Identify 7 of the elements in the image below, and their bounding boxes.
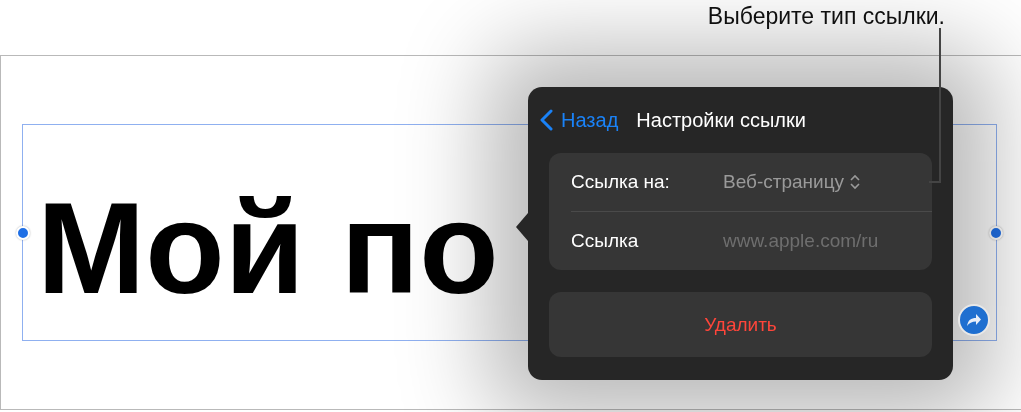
- row-label: Ссылка: [571, 230, 640, 252]
- link-type-picker[interactable]: Веб-страницу: [723, 171, 861, 193]
- slide-title: Мой по: [37, 183, 499, 313]
- link-field[interactable]: www.apple.com/ru: [723, 230, 923, 252]
- callout-text: Выберите тип ссылки.: [707, 3, 945, 30]
- delete-button[interactable]: Удалить: [549, 292, 932, 357]
- row-label: Ссылка на:: [571, 171, 671, 193]
